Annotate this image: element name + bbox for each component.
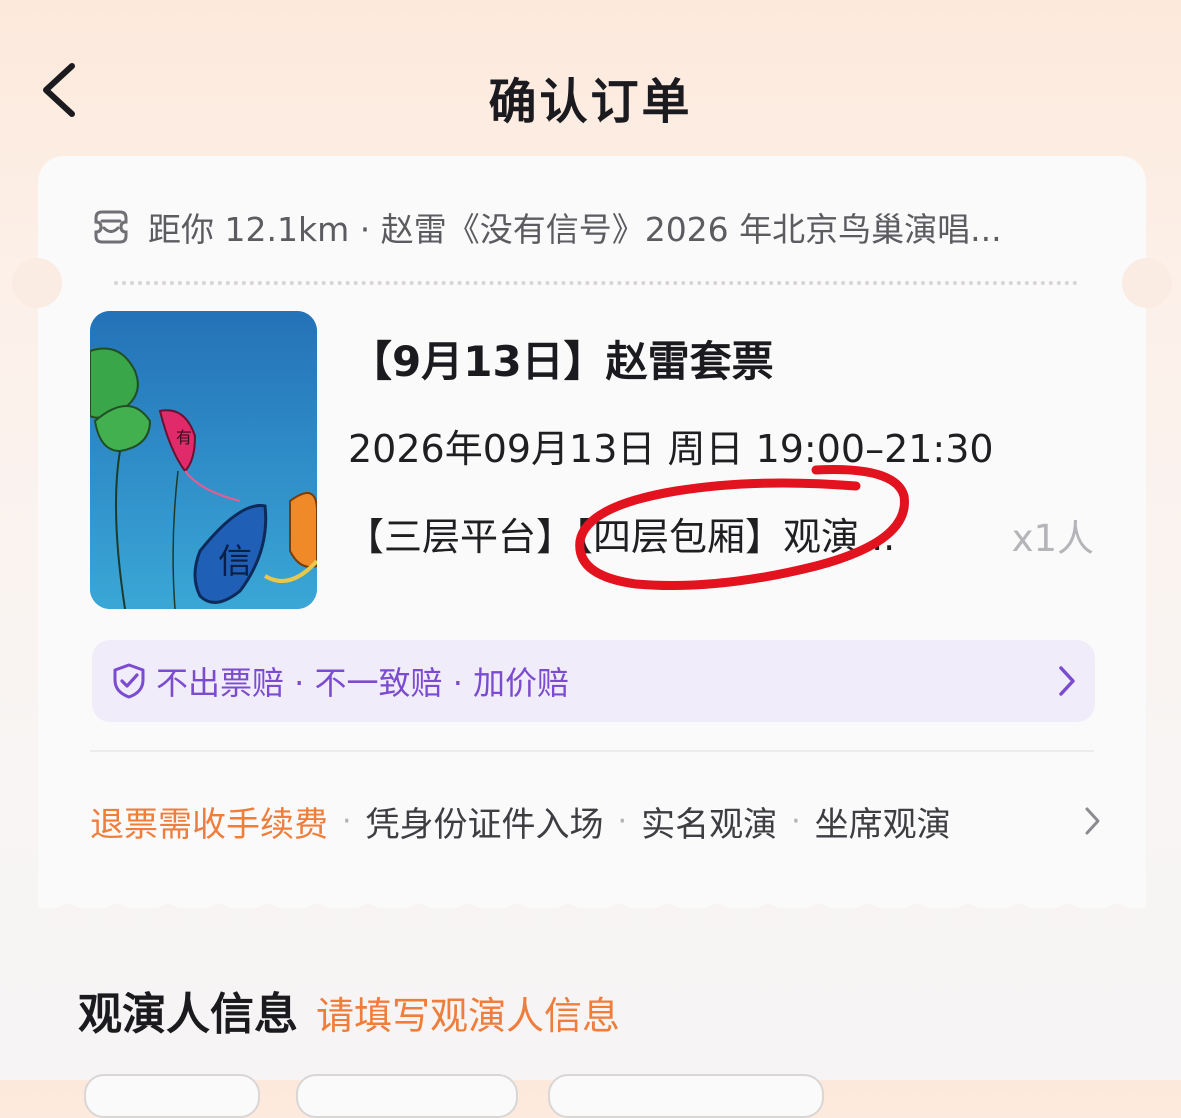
guarantee-bar[interactable]: 不出票赔 · 不一致赔 · 加价赔 [92, 640, 1095, 722]
viewer-info-heading: 观演人信息 [78, 989, 298, 1040]
policy-id-entry: 凭身份证件入场 [365, 804, 604, 845]
card-notch-right [1122, 258, 1172, 308]
chevron-right-icon [1059, 666, 1075, 696]
ticket-quantity: x1人 [1011, 517, 1094, 560]
viewer-info-section: 观演人信息 请填写观演人信息 [78, 978, 620, 1042]
dotted-divider [114, 281, 1078, 285]
policy-seated: 坐席观演 [814, 804, 951, 845]
venue-icon [94, 210, 128, 244]
card-scalloped-edge [38, 886, 1146, 926]
venue-text: 距你 12.1km · 赵雷《没有信号》2026 年北京鸟巢演唱... [148, 210, 1002, 249]
venue-row[interactable]: 距你 12.1km · 赵雷《没有信号》2026 年北京鸟巢演唱... [90, 202, 1100, 252]
ticket-datetime: 2026年09月13日 周日 19:00–21:30 [348, 427, 994, 471]
fill-viewer-info-link[interactable]: 请填写观演人信息 [316, 985, 620, 1040]
event-poster[interactable]: 信 有 [90, 311, 317, 609]
ticket-title: 【9月13日】赵雷套票 [350, 337, 774, 386]
svg-text:有: 有 [176, 428, 192, 447]
nav-bar: 确认订单 [0, 40, 1181, 140]
card-notch-left [12, 258, 62, 308]
viewer-chip[interactable] [548, 1074, 824, 1118]
page-title: 确认订单 [488, 74, 693, 130]
shield-check-icon [113, 663, 145, 699]
separator-dot: · [791, 803, 801, 839]
separator-dot: · [617, 803, 628, 839]
viewer-chip[interactable] [296, 1074, 518, 1118]
svg-text:信: 信 [218, 542, 252, 582]
order-card: 距你 12.1km · 赵雷《没有信号》2026 年北京鸟巢演唱... 信 有 [12, 156, 1172, 908]
policy-real-name: 实名观演 [641, 804, 778, 845]
section-divider [90, 750, 1094, 752]
chevron-right-icon [1085, 807, 1100, 835]
guarantee-text: 不出票赔 · 不一致赔 · 加价赔 [156, 664, 570, 702]
refund-policy: 退票需收手续费 [90, 804, 328, 845]
ticket-seat-info: 【三层平台】【四层包厢】观演... [346, 515, 896, 559]
separator-dot: · [342, 803, 352, 839]
ticket-policy-row[interactable]: 退票需收手续费 · 凭身份证件入场 · 实名观演 · 坐席观演 [90, 796, 1100, 846]
poster-artwork: 信 有 [90, 311, 317, 609]
viewer-chip[interactable] [84, 1074, 260, 1118]
